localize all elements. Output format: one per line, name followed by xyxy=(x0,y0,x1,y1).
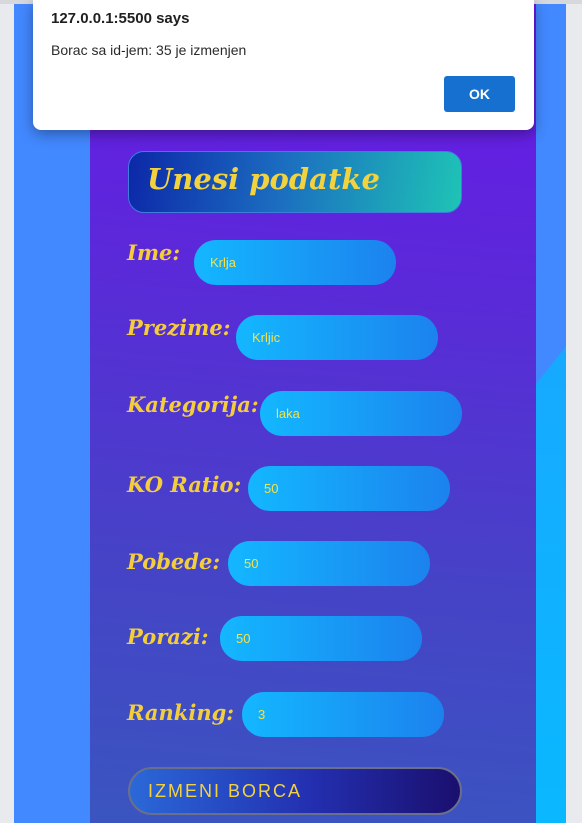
ranking-label: Ranking: xyxy=(127,700,235,725)
pobede-input[interactable] xyxy=(228,541,430,586)
right-cyan-wedge xyxy=(536,334,566,823)
porazi-input[interactable] xyxy=(220,616,422,661)
ime-input[interactable] xyxy=(194,240,396,285)
prezime-label: Prezime: xyxy=(127,315,231,340)
form-heading: Unesi podatke xyxy=(147,162,380,196)
dialog-message: Borac sa id-jem: 35 je izmenjen xyxy=(51,42,247,58)
kategorija-input[interactable] xyxy=(260,391,462,436)
porazi-label: Porazi: xyxy=(127,624,209,649)
alert-dialog: 127.0.0.1:5500 says Borac sa id-jem: 35 … xyxy=(33,0,534,130)
ime-label: Ime: xyxy=(127,240,181,265)
ok-button[interactable]: OK xyxy=(444,76,515,112)
ko-ratio-label: KO Ratio: xyxy=(127,472,242,497)
izmeni-borca-button[interactable]: IZMENI BORCA xyxy=(128,767,462,815)
ranking-input[interactable] xyxy=(242,692,444,737)
form-heading-box: Unesi podatke xyxy=(128,151,462,213)
dialog-title: 127.0.0.1:5500 says xyxy=(51,10,190,27)
pobede-label: Pobede: xyxy=(127,549,221,574)
kategorija-label: Kategorija: xyxy=(127,392,259,417)
prezime-input[interactable] xyxy=(236,315,438,360)
ko-ratio-input[interactable] xyxy=(248,466,450,511)
